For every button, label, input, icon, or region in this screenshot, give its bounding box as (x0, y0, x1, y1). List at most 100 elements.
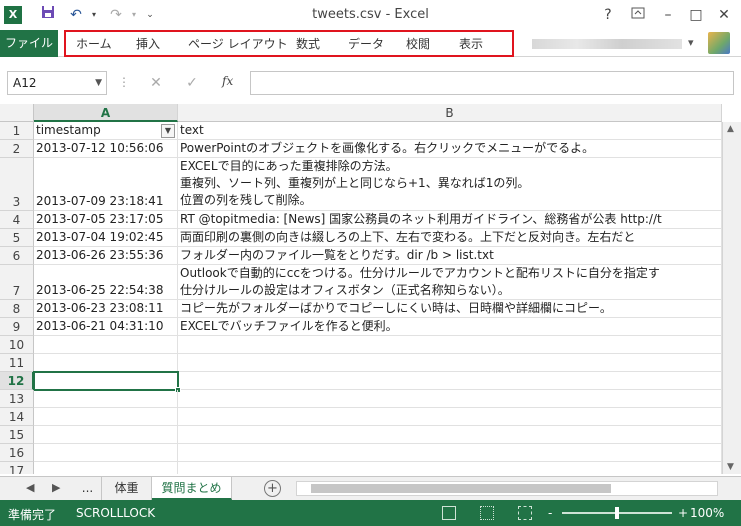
cell-b[interactable]: 両面印刷の裏側の向きは綴しろの上下、左右で変わる。上下だと反対向き。左右だと (178, 229, 722, 247)
cell-b[interactable]: EXCELでバッチファイルを作ると便利。 (178, 318, 722, 336)
tab-page-layout[interactable]: ページ レイアウト (188, 35, 288, 52)
scroll-up-icon[interactable]: ▲ (727, 124, 734, 134)
row-header[interactable]: 11 (0, 354, 34, 372)
row-header[interactable]: 4 (0, 211, 34, 229)
name-box-value: A12 (13, 76, 37, 90)
tab-review[interactable]: 校閲 (406, 35, 430, 52)
cell-b[interactable] (178, 372, 722, 390)
account-dropdown-icon[interactable]: ▾ (688, 36, 694, 49)
zoom-slider[interactable] (562, 507, 672, 519)
cell-b[interactable] (178, 354, 722, 372)
sheet-ellipsis[interactable]: ... (74, 477, 102, 500)
row-header[interactable]: 10 (0, 336, 34, 354)
cell-b[interactable]: PowerPointのオブジェクトを画像化する。右クリックでメニューがでるよ。 (178, 140, 722, 158)
row-header[interactable]: 1 (0, 122, 34, 140)
cell-b[interactable]: text (178, 122, 722, 140)
cancel-icon[interactable]: ✕ (146, 74, 166, 92)
row-header[interactable]: 13 (0, 390, 34, 408)
cell-b[interactable]: RT @topitmedia: [News] 国家公務員のネット利用ガイドライン… (178, 211, 722, 229)
row-header[interactable]: 17 (0, 462, 34, 474)
sheet-tab-questions[interactable]: 質問まとめ (152, 477, 232, 500)
cell-b[interactable] (178, 408, 722, 426)
cell-a[interactable] (34, 336, 178, 354)
cell-a[interactable]: 2013-07-04 19:02:45 (34, 229, 178, 247)
tab-home[interactable]: ホーム (76, 35, 112, 52)
cell-a[interactable]: 2013-07-09 23:18:41 (34, 158, 178, 211)
zoom-slider-knob[interactable] (615, 507, 619, 519)
tab-data[interactable]: データ (348, 35, 384, 52)
restore-button[interactable]: □ (684, 4, 708, 26)
profile-avatar[interactable] (708, 32, 730, 54)
cell-a[interactable]: 2013-06-21 04:31:10 (34, 318, 178, 336)
cell-b[interactable] (178, 336, 722, 354)
row-header[interactable]: 15 (0, 426, 34, 444)
filter-dropdown-icon[interactable]: ▼ (161, 124, 175, 138)
cell-a[interactable]: 2013-06-23 23:08:11 (34, 300, 178, 318)
page-break-view-icon[interactable] (518, 506, 532, 520)
enter-icon[interactable]: ✓ (182, 74, 202, 92)
cell-a[interactable]: 2013-06-25 22:54:38 (34, 265, 178, 300)
row-header[interactable]: 2 (0, 140, 34, 158)
zoom-level[interactable]: 100% (690, 506, 724, 520)
cell-a[interactable] (34, 354, 178, 372)
cell-b[interactable]: フォルダー内のファイル一覧をとりだす。dir /b > list.txt (178, 247, 722, 265)
row-header[interactable]: 12 (0, 372, 34, 390)
column-header-a[interactable]: A (34, 104, 178, 122)
cell-a[interactable] (34, 426, 178, 444)
file-tab[interactable]: ファイル (0, 30, 58, 57)
close-button[interactable]: ✕ (712, 4, 736, 26)
prev-sheet-icon[interactable]: ◀ (26, 481, 34, 494)
cell-a[interactable] (34, 408, 178, 426)
row-header[interactable]: 7 (0, 265, 34, 300)
next-sheet-icon[interactable]: ▶ (52, 481, 60, 494)
minimize-button[interactable]: – (656, 4, 680, 26)
zoom-in-button[interactable]: + (678, 506, 688, 520)
cell-b[interactable] (178, 390, 722, 408)
cell-a[interactable]: 2013-07-12 10:56:06 (34, 140, 178, 158)
tab-view[interactable]: 表示 (459, 35, 483, 52)
worksheet-grid: A B 1 timestamp ▼ text 2 2013-07-12 10:56:06 P… (0, 104, 741, 474)
scroll-down-icon[interactable]: ▼ (727, 462, 734, 472)
tab-formulas[interactable]: 数式 (296, 35, 320, 52)
row-header[interactable]: 14 (0, 408, 34, 426)
row-header[interactable]: 8 (0, 300, 34, 318)
cell-a[interactable] (34, 444, 178, 462)
row-header[interactable]: 16 (0, 444, 34, 462)
vertical-scrollbar[interactable]: ▲ ▼ (722, 122, 741, 474)
cell-b-line: Outlookで自動的にccをつける。仕分けルールでアカウントと配布リストに自分… (180, 266, 660, 280)
cell-b[interactable]: Outlookで自動的にccをつける。仕分けルールでアカウントと配布リストに自分… (178, 265, 722, 300)
row-header[interactable]: 5 (0, 229, 34, 247)
horizontal-scrollbar[interactable] (296, 481, 718, 496)
select-all-corner[interactable] (0, 104, 34, 122)
add-sheet-button[interactable]: + (264, 480, 281, 497)
formula-input[interactable] (250, 71, 734, 95)
tab-insert[interactable]: 挿入 (136, 35, 160, 52)
zoom-out-button[interactable]: - (548, 506, 552, 520)
cell-a-value: timestamp (36, 123, 101, 137)
row-header[interactable]: 6 (0, 247, 34, 265)
help-button[interactable]: ? (596, 4, 620, 26)
insert-function-icon[interactable]: fx (222, 74, 233, 88)
cell-a[interactable]: timestamp ▼ (34, 122, 178, 140)
page-layout-view-icon[interactable] (480, 506, 494, 520)
row-header[interactable]: 3 (0, 158, 34, 211)
ribbon-display-options-icon[interactable] (626, 4, 650, 26)
normal-view-icon[interactable] (442, 506, 456, 520)
name-box[interactable]: A12 ▼ (7, 71, 107, 95)
horizontal-scroll-thumb[interactable] (311, 484, 611, 493)
cell-a[interactable] (34, 390, 178, 408)
cell-b[interactable]: コピー先がフォルダーばかりでコピーしにくい時は、日時欄や詳細欄にコピー。 (178, 300, 722, 318)
cell-b-line: EXCELでバッチファイルを作ると便利。 (180, 319, 398, 333)
active-cell-selection[interactable] (33, 371, 181, 393)
cell-a[interactable]: 2013-06-26 23:55:36 (34, 247, 178, 265)
row-header[interactable]: 9 (0, 318, 34, 336)
cell-a[interactable] (34, 462, 178, 474)
cell-a[interactable]: 2013-07-05 23:17:05 (34, 211, 178, 229)
cell-b[interactable]: EXCELで目的にあった重複排除の方法。 重複列、ソート列、重複列が上と同じなら+… (178, 158, 722, 211)
sheet-tab-weight[interactable]: 体重 (102, 477, 152, 500)
cell-b[interactable] (178, 462, 722, 474)
cell-b[interactable] (178, 444, 722, 462)
cell-b[interactable] (178, 426, 722, 444)
name-box-dropdown-icon[interactable]: ▼ (95, 72, 102, 94)
column-header-b[interactable]: B (178, 104, 722, 122)
